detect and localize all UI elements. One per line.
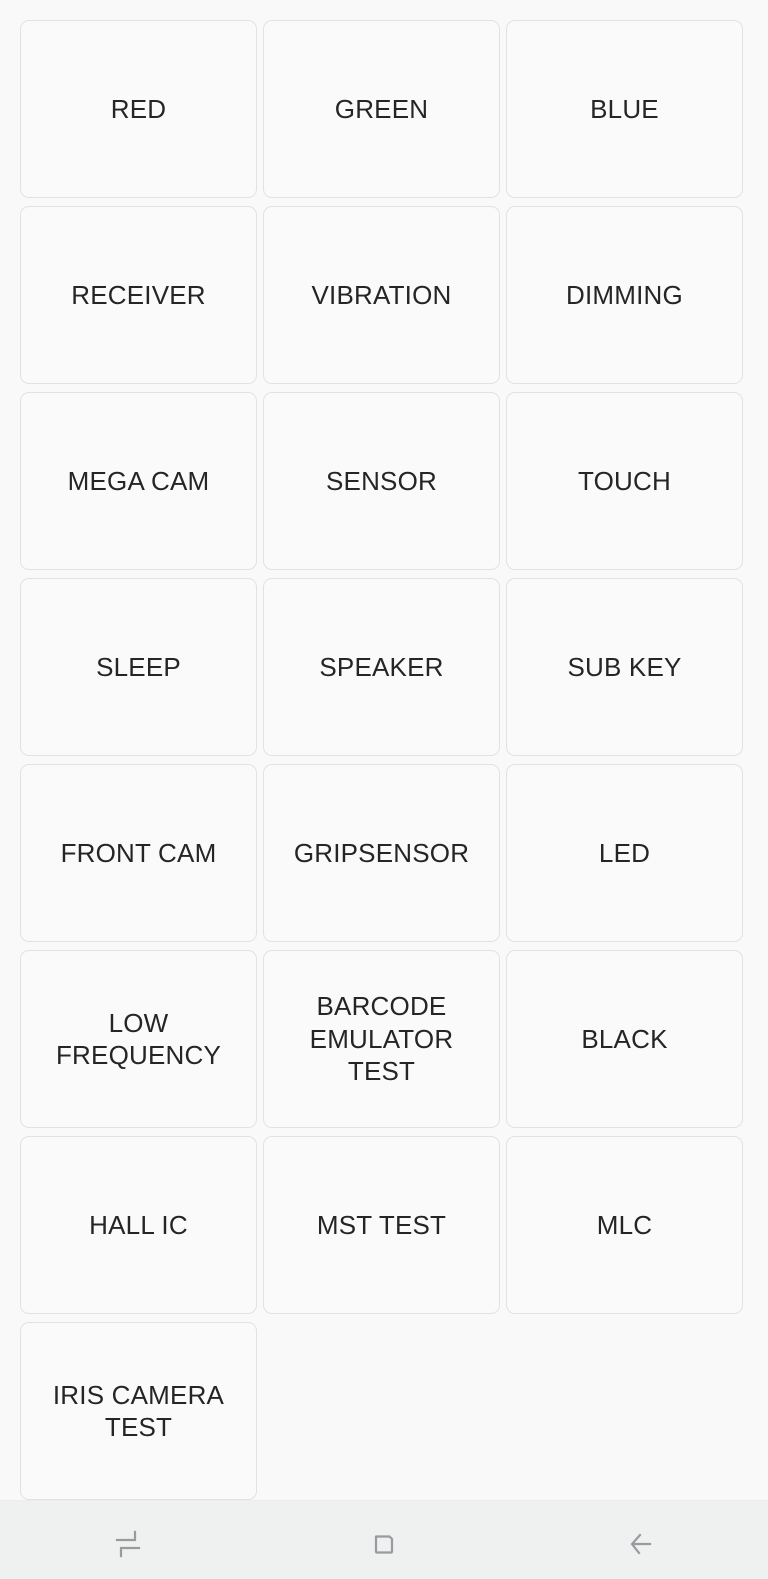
test-button[interactable]: SENSOR xyxy=(263,392,500,570)
test-button-label: TOUCH xyxy=(578,465,671,496)
test-button[interactable]: LED xyxy=(506,764,743,942)
test-button-label: SPEAKER xyxy=(319,651,444,682)
test-button-label: FRONT CAM xyxy=(60,837,217,868)
test-button-label: GRIPSENSOR xyxy=(293,837,470,868)
test-button-label: SUB KEY xyxy=(567,651,682,682)
test-button[interactable]: BLUE xyxy=(506,20,743,198)
test-button-label: VIBRATION xyxy=(311,279,452,310)
back-icon xyxy=(623,1527,657,1561)
home-icon xyxy=(367,1527,401,1561)
test-button-label: HALL IC xyxy=(89,1209,188,1240)
test-button-label: MST TEST xyxy=(316,1209,447,1240)
hardware-test-screen: RED GREEN BLUE RECEIVER VIBRATION DIMMING MEGA… xyxy=(0,0,768,1579)
test-button-label: RECEIVER xyxy=(71,279,206,310)
test-button[interactable]: GREEN xyxy=(263,20,500,198)
nav-button-home[interactable] xyxy=(304,1501,464,1579)
test-button[interactable]: MLC xyxy=(506,1136,743,1314)
test-button[interactable]: LOW FREQUENCY xyxy=(20,950,257,1128)
test-button[interactable]: DIMMING xyxy=(506,206,743,384)
test-button-label: MLC xyxy=(596,1209,653,1240)
test-button[interactable]: GRIPSENSOR xyxy=(263,764,500,942)
test-button[interactable]: RED xyxy=(20,20,257,198)
test-button-label: BARCODE EMULATOR TEST xyxy=(309,991,454,1087)
test-button[interactable]: RECEIVER xyxy=(20,206,257,384)
test-button-label: SENSOR xyxy=(325,465,437,496)
test-button-label: MEGA CAM xyxy=(67,465,210,496)
system-navigation-bar xyxy=(0,1500,768,1579)
nav-button-recents[interactable] xyxy=(48,1501,208,1579)
test-button-label: BLACK xyxy=(581,1023,668,1054)
test-button-label: DIMMING xyxy=(566,279,683,310)
test-button[interactable]: BLACK xyxy=(506,950,743,1128)
test-button[interactable]: MEGA CAM xyxy=(20,392,257,570)
test-button-label: LOW FREQUENCY xyxy=(55,1007,222,1071)
test-button[interactable]: VIBRATION xyxy=(263,206,500,384)
test-button[interactable]: SUB KEY xyxy=(506,578,743,756)
nav-button-back[interactable] xyxy=(560,1501,720,1579)
test-button[interactable]: TOUCH xyxy=(506,392,743,570)
test-button-grid: RED GREEN BLUE RECEIVER VIBRATION DIMMING MEGA… xyxy=(0,0,768,1500)
recents-icon xyxy=(111,1527,145,1561)
test-button[interactable]: SPEAKER xyxy=(263,578,500,756)
test-button-label: GREEN xyxy=(334,93,429,124)
test-button-label: RED xyxy=(110,93,167,124)
test-button-label: IRIS CAMERA TEST xyxy=(52,1379,225,1443)
test-button[interactable]: MST TEST xyxy=(263,1136,500,1314)
test-button[interactable]: FRONT CAM xyxy=(20,764,257,942)
test-button[interactable]: IRIS CAMERA TEST xyxy=(20,1322,257,1500)
test-button[interactable]: HALL IC xyxy=(20,1136,257,1314)
test-button-label: BLUE xyxy=(590,93,659,124)
test-button-label: SLEEP xyxy=(96,651,181,682)
test-button[interactable]: SLEEP xyxy=(20,578,257,756)
test-button[interactable]: BARCODE EMULATOR TEST xyxy=(263,950,500,1128)
test-button-label: LED xyxy=(598,837,651,868)
